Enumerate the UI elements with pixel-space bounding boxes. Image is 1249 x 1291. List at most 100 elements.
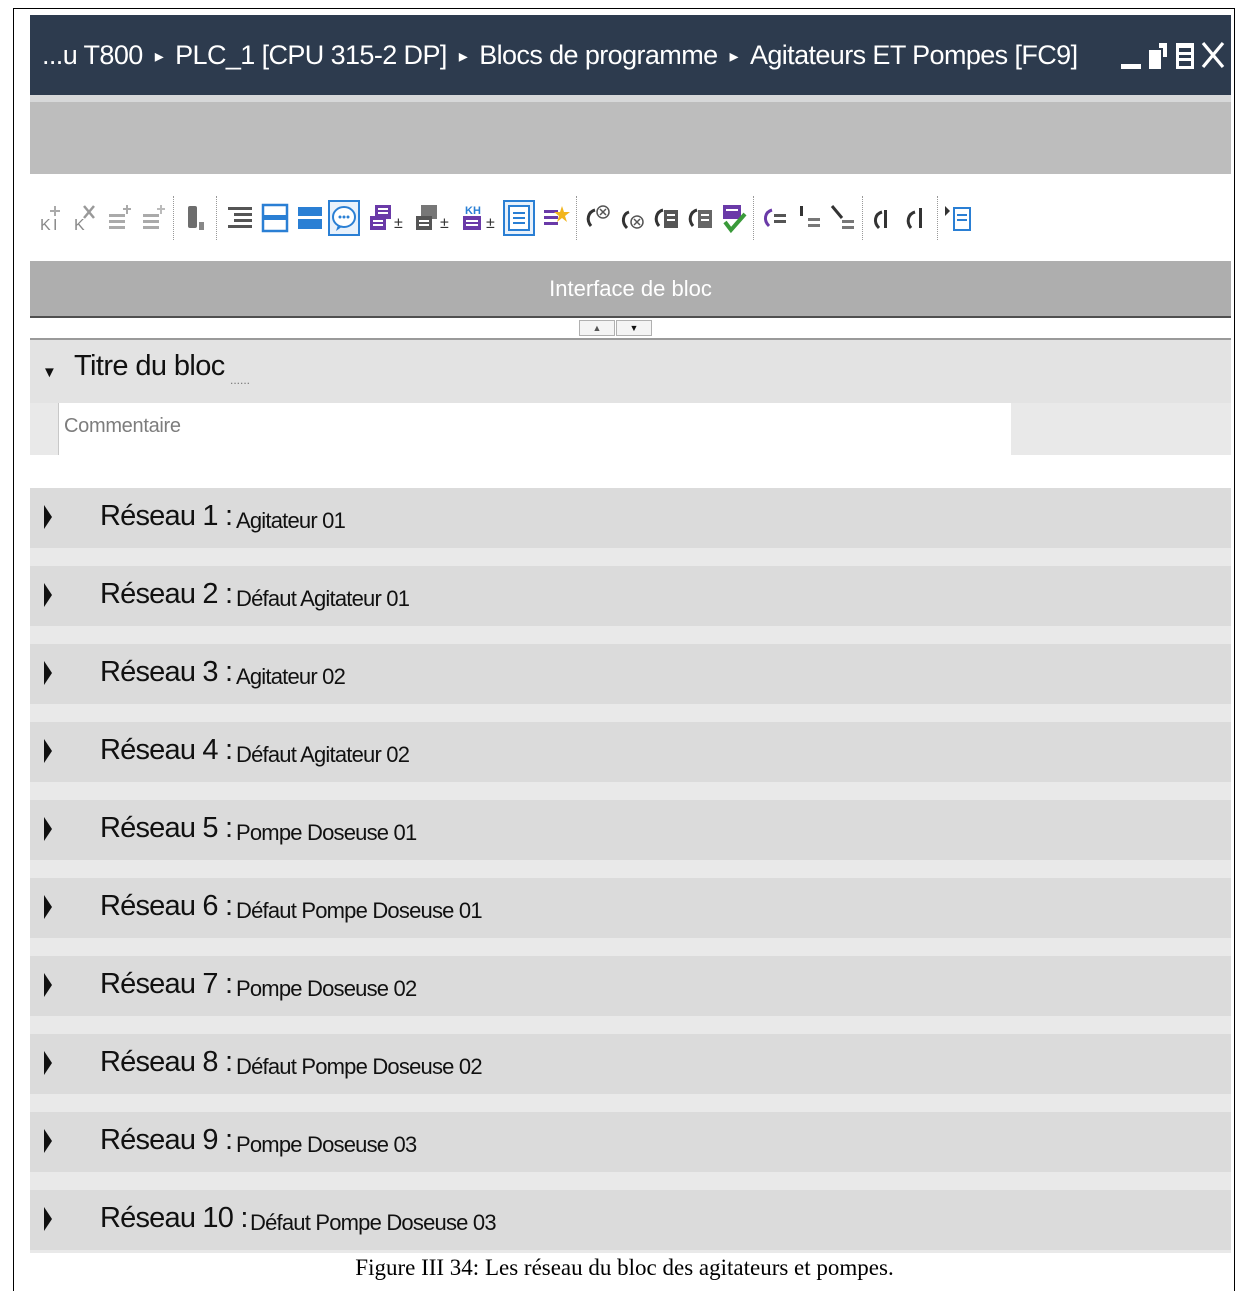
show-symbolic-icon[interactable]: ± — [412, 200, 456, 236]
delete-network-icon[interactable]: K — [70, 200, 102, 236]
figure-caption: Figure III 34: Les réseau du bloc des ag… — [355, 1255, 894, 1280]
collapsed-arrow-icon[interactable] — [44, 1051, 52, 1075]
go-to-previous-error-icon[interactable] — [582, 200, 614, 236]
previous-call-icon[interactable] — [868, 200, 900, 236]
update-calls-icon[interactable] — [650, 200, 682, 236]
network-title[interactable]: Défaut Agitateur 02 — [236, 742, 410, 768]
network-row[interactable]: Réseau 9 : Pompe Doseuse 03 — [30, 1112, 1231, 1172]
network-row[interactable]: Réseau 10 : Défaut Pompe Doseuse 03 — [30, 1190, 1231, 1250]
networks-area: ▼ Titre du bloc ...... Commentaire Résea… — [30, 340, 1231, 1253]
insert-empty-box-icon[interactable] — [180, 200, 212, 236]
go-to-next-error-icon[interactable] — [616, 200, 648, 236]
breadcrumb-item-plc[interactable]: PLC_1 [CPU 315-2 DP] — [175, 15, 447, 95]
next-call-icon[interactable] — [902, 200, 934, 236]
toolbar-separator — [173, 196, 175, 240]
network-row[interactable]: Réseau 3 : Agitateur 02 — [30, 644, 1231, 704]
network-row[interactable]: Réseau 2 : Défaut Agitateur 01 — [30, 566, 1231, 626]
breadcrumb-item-project[interactable]: ...u T800 — [42, 15, 143, 95]
network-label: Réseau 4 : — [100, 734, 233, 766]
network-title[interactable]: Défaut Pompe Doseuse 03 — [250, 1210, 497, 1236]
network-title[interactable]: Défaut Pompe Doseuse 02 — [236, 1054, 483, 1080]
network-row[interactable]: Réseau 5 : Pompe Doseuse 01 — [30, 800, 1231, 860]
maximize-icon[interactable] — [1172, 37, 1198, 73]
title-bar: ...u T800 ▸ PLC_1 [CPU 315-2 DP] ▸ Blocs de … — [30, 15, 1231, 95]
collapsed-arrow-icon[interactable] — [44, 973, 52, 997]
block-title-row[interactable]: ▼ Titre du bloc ...... — [30, 340, 1231, 403]
interface-splitter[interactable]: ▲ ▼ — [30, 316, 1231, 340]
absolute-operands-icon[interactable]: ± — [366, 200, 410, 236]
network-title[interactable]: Agitateur 02 — [236, 664, 346, 690]
breadcrumb-item-block: Agitateurs ET Pompes [FC9] — [749, 40, 1078, 70]
breadcrumb-item-program-blocks[interactable]: Blocs de programme — [479, 15, 718, 95]
network-row[interactable]: Réseau 1 : Agitateur 01 — [30, 488, 1231, 548]
add-row-icon[interactable] — [138, 200, 170, 236]
network-overview-icon[interactable] — [259, 200, 291, 236]
network-label: Réseau 2 : — [100, 578, 233, 610]
network-label: Réseau 9 : — [100, 1124, 233, 1156]
breadcrumb-separator-icon: ▸ — [729, 46, 739, 66]
expanded-triangle-icon[interactable]: ▼ — [42, 364, 57, 381]
collapsed-arrow-icon[interactable] — [44, 505, 52, 529]
toolbar-separator — [937, 196, 939, 240]
svg-text:K: K — [74, 217, 85, 234]
network-title[interactable]: Défaut Agitateur 01 — [236, 586, 410, 612]
editor-info-bar — [30, 102, 1231, 174]
check-block-icon[interactable] — [718, 200, 750, 236]
network-row[interactable]: Réseau 6 : Défaut Pompe Doseuse 01 — [30, 878, 1231, 938]
network-row[interactable]: Réseau 4 : Défaut Agitateur 02 — [30, 722, 1231, 782]
insert-network-icon[interactable]: KI — [36, 200, 68, 236]
close-icon[interactable] — [1199, 37, 1227, 73]
expand-down-icon[interactable]: ▼ — [616, 320, 652, 336]
network-label: Réseau 1 : — [100, 500, 233, 532]
breadcrumb-separator-icon: ▸ — [154, 46, 164, 66]
more-icon[interactable] — [942, 200, 974, 236]
toolbar-separator — [216, 196, 218, 240]
collapsed-arrow-icon[interactable] — [44, 583, 52, 607]
collapse-up-icon[interactable]: ▲ — [579, 320, 615, 336]
network-label: Réseau 6 : — [100, 890, 233, 922]
collapsed-arrow-icon[interactable] — [44, 739, 52, 763]
open-all-networks-icon[interactable] — [224, 200, 256, 236]
minimize-icon[interactable] — [1118, 37, 1144, 73]
step-out-icon[interactable] — [827, 200, 859, 236]
symbol-information-icon[interactable]: KH ± — [458, 200, 502, 236]
monitoring-icon[interactable] — [759, 200, 791, 236]
favorites-icon[interactable] — [540, 200, 572, 236]
svg-text:±: ± — [394, 215, 403, 232]
network-label: Réseau 7 : — [100, 968, 233, 1000]
network-title[interactable]: Pompe Doseuse 03 — [236, 1132, 417, 1158]
collapsed-arrow-icon[interactable] — [44, 1129, 52, 1153]
network-row[interactable]: Réseau 8 : Défaut Pompe Doseuse 02 — [30, 1034, 1231, 1094]
insert-row-icon[interactable] — [104, 200, 136, 236]
toolbar-separator — [576, 196, 578, 240]
svg-text:±: ± — [486, 215, 495, 232]
comments-toggle-icon[interactable] — [328, 200, 360, 236]
network-label: Réseau 5 : — [100, 812, 233, 844]
collapsed-arrow-icon[interactable] — [44, 1207, 52, 1231]
network-title[interactable]: Pompe Doseuse 01 — [236, 820, 417, 846]
svg-text:KH: KH — [465, 205, 481, 217]
collapsed-arrow-icon[interactable] — [44, 817, 52, 841]
network-comments-icon[interactable] — [503, 200, 535, 236]
update-block-icon[interactable] — [684, 200, 716, 236]
network-title[interactable]: Pompe Doseuse 02 — [236, 976, 417, 1002]
network-label: Réseau 3 : — [100, 656, 233, 688]
network-title[interactable]: Défaut Pompe Doseuse 01 — [236, 898, 483, 924]
close-all-networks-icon[interactable] — [294, 200, 326, 236]
network-title[interactable]: Agitateur 01 — [236, 508, 346, 534]
float-window-icon[interactable] — [1145, 37, 1171, 73]
toolbar-separator — [862, 196, 864, 240]
collapsed-arrow-icon[interactable] — [44, 895, 52, 919]
block-comment-field[interactable]: Commentaire — [58, 403, 1011, 455]
block-title-value[interactable]: ...... — [230, 373, 250, 387]
svg-text:±: ± — [440, 215, 449, 232]
collapsed-arrow-icon[interactable] — [44, 661, 52, 685]
network-label: Réseau 10 : — [100, 1202, 248, 1234]
block-interface-header[interactable]: Interface de bloc — [30, 261, 1231, 316]
title-bar-divider — [30, 95, 1231, 102]
comment-placeholder: Commentaire — [64, 415, 181, 437]
block-editor-window: ...u T800 ▸ PLC_1 [CPU 315-2 DP] ▸ Blocs de … — [30, 15, 1231, 1253]
step-in-icon[interactable] — [793, 200, 825, 236]
network-row[interactable]: Réseau 7 : Pompe Doseuse 02 — [30, 956, 1231, 1016]
splitter-line — [30, 316, 1231, 318]
